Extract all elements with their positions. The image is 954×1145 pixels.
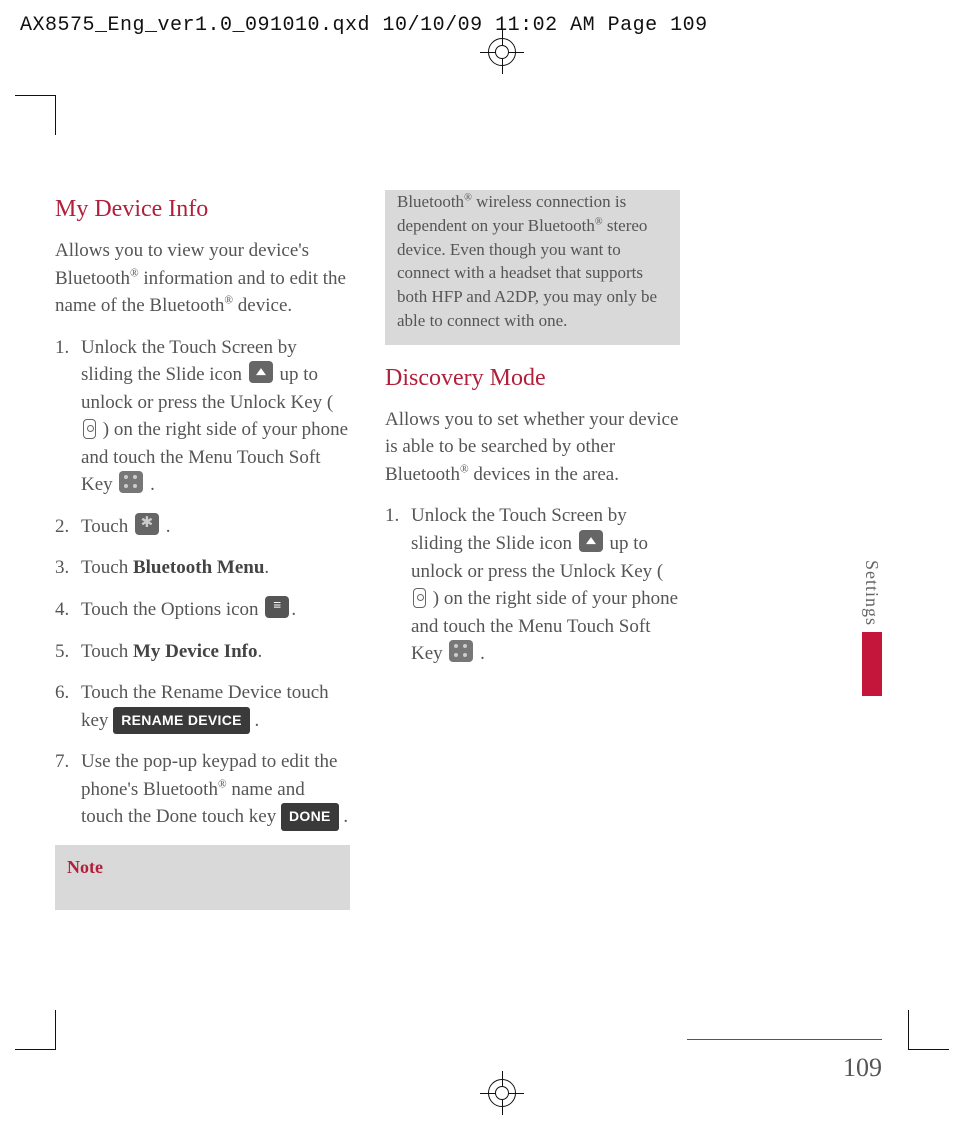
reg-mark: ® [464,192,472,203]
step-number: 4. [55,596,69,624]
reg-mark: ® [595,216,603,227]
text: Touch [81,641,133,662]
reg-mark: ® [218,778,227,790]
text: . [264,557,269,578]
options-list-icon [265,596,289,618]
step-number: 2. [55,513,69,541]
list-item: 1. Unlock the Touch Screen by sliding th… [385,502,680,667]
menu-soft-key-icon [449,640,473,662]
page-number: 109 [843,1053,882,1083]
registration-mark-bottom [488,1079,516,1107]
page-number-rule [687,1039,882,1040]
step-number: 1. [55,334,69,362]
text: Touch [81,557,133,578]
text: . [475,643,485,664]
text: Touch [81,516,133,537]
text: . [250,710,260,731]
list-item: 4. Touch the Options icon . [55,596,350,624]
text: . [145,474,155,495]
section-tab: Settings [861,560,882,696]
slide-icon [249,361,273,383]
step-number: 5. [55,638,69,666]
list-item: 2. Touch . [55,513,350,541]
section-tab-label: Settings [861,560,882,632]
settings-gear-icon [135,513,159,535]
text: devices in the area. [469,464,619,485]
print-slug: AX8575_Eng_ver1.0_091010.qxd 10/10/09 11… [20,14,708,37]
text: device. [233,295,292,316]
step-number: 3. [55,554,69,582]
body-content: My Device Info Allows you to view your d… [55,190,680,910]
text: Bluetooth [397,192,464,211]
reg-mark: ® [130,267,139,279]
section-tab-bar [862,632,882,696]
steps-discovery-mode: 1. Unlock the Touch Screen by sliding th… [385,502,680,667]
menu-soft-key-icon [119,471,143,493]
list-item: 5. Touch My Device Info. [55,638,350,666]
step-number: 7. [55,748,69,776]
list-item: 6. Touch the Rename Device touch key REN… [55,679,350,734]
text: . [291,599,296,620]
unlock-key-icon [83,419,96,439]
text: . [161,516,171,537]
unlock-key-icon [413,588,426,608]
bold-text: Bluetooth Menu [133,557,264,578]
list-item: 7. Use the pop-up keypad to edit the pho… [55,748,350,831]
slide-icon [579,530,603,552]
reg-mark: ® [224,295,233,307]
text: . [258,641,263,662]
text: Touch the Options icon [81,599,263,620]
heading-discovery-mode: Discovery Mode [385,365,680,392]
step-number: 6. [55,679,69,707]
step-number: 1. [385,502,399,530]
registration-mark-top [488,38,516,66]
list-item: 3. Touch Bluetooth Menu. [55,554,350,582]
heading-my-device-info: My Device Info [55,196,350,223]
list-item: 1. Unlock the Touch Screen by sliding th… [55,334,350,499]
done-key: DONE [281,803,339,830]
intro-discovery-mode: Allows you to set whether your device is… [385,406,680,489]
rename-device-key: RENAME DEVICE [113,707,250,734]
steps-my-device-info: 1. Unlock the Touch Screen by sliding th… [55,334,350,831]
note-heading: Note [67,855,338,880]
reg-mark: ® [460,464,469,476]
intro-my-device-info: Allows you to view your device's Bluetoo… [55,237,350,320]
text: . [339,806,349,827]
bold-text: My Device Info [133,641,258,662]
